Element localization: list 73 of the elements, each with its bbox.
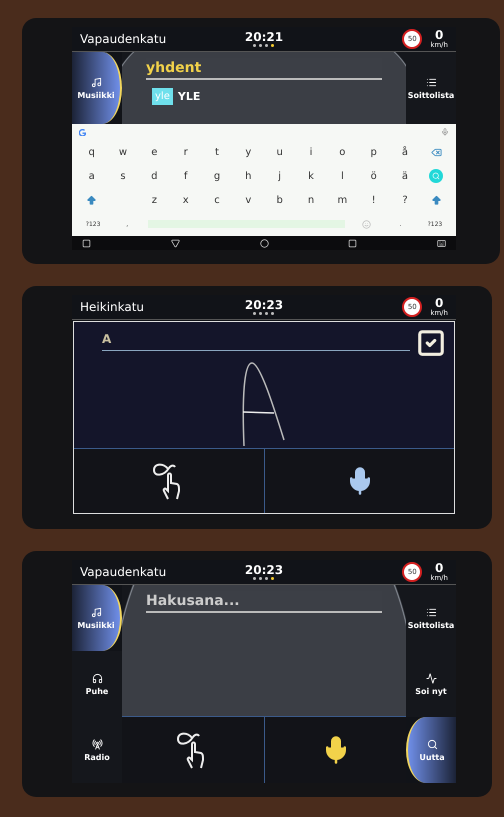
keyboard-key[interactable]: u (264, 146, 296, 158)
voice-input-button[interactable] (264, 717, 406, 783)
search-icon (432, 172, 440, 180)
g-logo-icon (79, 128, 86, 136)
keyboard-key[interactable]: m (326, 194, 358, 206)
side-tab[interactable]: Soittolista (406, 52, 456, 124)
keyboard-key[interactable]: ö (358, 170, 390, 182)
voice-input-button[interactable] (264, 449, 454, 513)
channel-logo: yle (152, 88, 173, 105)
keyboard-key[interactable]: ? (389, 194, 421, 206)
search-icon (426, 738, 438, 750)
keyboard-key[interactable]: c (201, 194, 233, 206)
keyboard-key[interactable]: o (326, 146, 358, 158)
keyboard-key[interactable]: p (358, 146, 390, 158)
keyboard-key[interactable]: x (170, 194, 202, 206)
side-tab[interactable]: Radio (72, 717, 122, 783)
recents-button[interactable] (348, 238, 358, 248)
clock: 20:21 (244, 31, 284, 44)
backspace-icon (430, 146, 442, 158)
keyboard-key[interactable]: t (201, 146, 233, 158)
keyboard-key[interactable]: f (170, 170, 202, 182)
side-tab[interactable]: Soi nyt (406, 651, 456, 717)
antenna-icon (92, 738, 102, 750)
shift-arrow-icon (430, 194, 442, 206)
shift-arrow-icon (86, 194, 98, 206)
pulse-icon (426, 672, 436, 684)
music-note-icon (90, 606, 102, 618)
keyboard-key[interactable]: i (295, 146, 327, 158)
home-button[interactable] (260, 238, 268, 248)
keyboard-key[interactable]: g (201, 170, 233, 182)
speed-value: 0 (434, 562, 444, 574)
clock: 20:23 (244, 299, 284, 312)
street-name: Vapaudenkatu (80, 565, 168, 579)
search-result[interactable]: YLE (178, 90, 200, 103)
clock: 20:23 (244, 564, 284, 577)
handwriting-button[interactable] (122, 717, 264, 783)
speed-value: 0 (434, 297, 444, 309)
street-name: Vapaudenkatu (80, 32, 168, 46)
side-tab[interactable]: Musiikki (72, 52, 122, 124)
keyboard-key[interactable]: k (295, 170, 327, 182)
text-field[interactable]: A (102, 330, 410, 351)
headphones-icon (92, 672, 102, 684)
back-button[interactable] (170, 238, 180, 248)
side-tab[interactable]: Musiikki (72, 585, 122, 651)
keyboard-key[interactable]: b (264, 194, 296, 206)
keyboard-key[interactable]: n (295, 194, 327, 206)
side-tab[interactable]: Soittolista (406, 585, 456, 651)
keyboard-key[interactable]: d (138, 170, 170, 182)
overview-button[interactable] (82, 238, 91, 248)
keyboard-key[interactable]: v (232, 194, 264, 206)
smiley-icon (362, 220, 372, 228)
street-name: Heikinkatu (80, 300, 146, 314)
keyboard-key[interactable]: l (326, 170, 358, 182)
keyboard-key[interactable]: e (138, 146, 170, 158)
keyboard-key[interactable]: y (232, 146, 264, 158)
microphone-icon[interactable] (441, 128, 449, 136)
keyboard-key[interactable]: j (264, 170, 296, 182)
keyboard-switch-button[interactable] (437, 238, 446, 248)
keyboard-key[interactable]: z (138, 194, 170, 206)
side-tab[interactable]: Uutta (406, 717, 456, 783)
keyboard-key[interactable]: w (107, 146, 139, 158)
music-note-icon (90, 76, 102, 88)
keyboard-key[interactable]: ! (358, 194, 390, 206)
keyboard-key[interactable]: a (76, 170, 108, 182)
keyboard-key[interactable]: q (76, 146, 108, 158)
keyboard-key[interactable]: å (389, 146, 421, 158)
keyboard-key[interactable]: s (107, 170, 139, 182)
side-tab[interactable]: Puhe (72, 651, 122, 717)
speed-value: 0 (434, 29, 444, 41)
keyboard-key[interactable]: ä (389, 170, 421, 182)
keyboard-key[interactable]: r (170, 146, 202, 158)
confirm-checkbox-icon[interactable] (416, 328, 446, 358)
keyboard-key[interactable]: h (232, 170, 264, 182)
